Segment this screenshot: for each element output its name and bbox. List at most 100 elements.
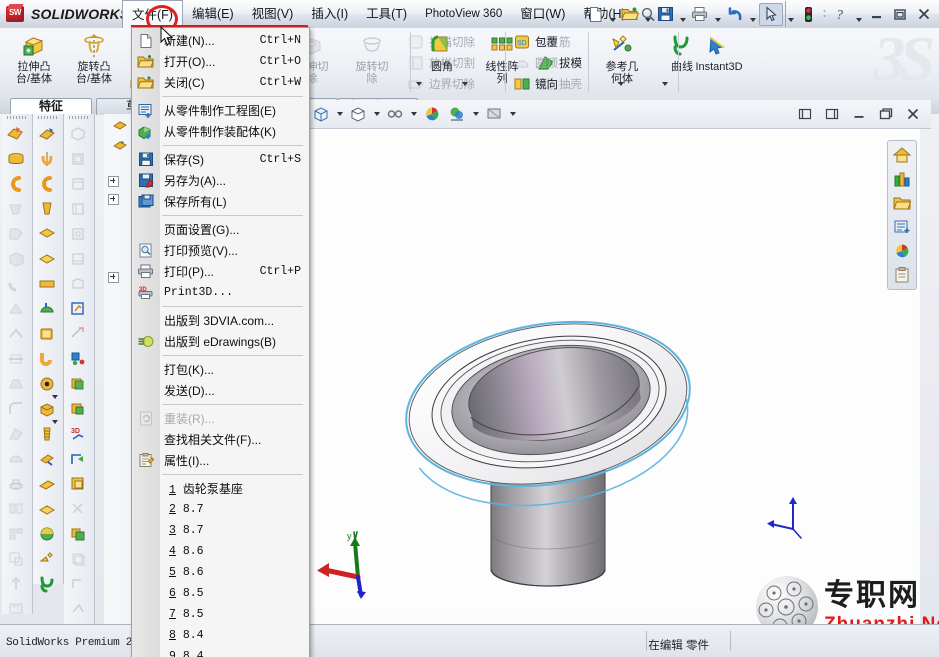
recent-file-4[interactable]: 4 8.6 [132,541,309,562]
undo-dropdown[interactable] [748,1,757,27]
hide-show-caret[interactable] [371,103,382,125]
tile-horizontal-button[interactable] [793,103,817,125]
view-settings-caret[interactable] [470,103,481,125]
recent-file-6[interactable]: 6 8.5 [132,583,309,604]
convert-entities-icon[interactable] [64,396,92,421]
extruded-boss-icon[interactable] [2,121,30,146]
extruded-boss-base-button[interactable]: 拉伸凸 台/基体 [4,29,64,85]
tree-expand-icon-2[interactable] [108,193,119,205]
edit-appearance-button[interactable] [383,103,407,125]
menu-tools[interactable]: 工具(T) [357,0,416,28]
view-settings-button[interactable] [445,103,469,125]
swept-boss-icon[interactable] [2,171,30,196]
reference-geom-icon[interactable] [33,546,61,571]
new-document-dropdown[interactable] [608,1,617,27]
move-face-icon[interactable] [2,571,30,596]
recent-file-5[interactable]: 5 8.6 [132,562,309,583]
relations-icon[interactable] [64,346,92,371]
options-dropdown[interactable] [854,1,863,27]
sketch-new-icon[interactable] [64,296,92,321]
draft-tool-icon[interactable] [2,421,30,446]
view-palette-icon[interactable] [890,216,914,238]
smart-dimension-icon[interactable] [64,321,92,346]
menu-page-setup[interactable]: 页面设置(G)... [132,219,309,240]
menu-make-assembly[interactable]: 从零件制作装配体(K) [132,121,309,142]
new-document-button[interactable] [584,4,606,25]
design-library-icon[interactable] [890,168,914,190]
house-icon[interactable] [890,144,914,166]
menu-save-all[interactable]: 保存所有(L) [132,191,309,212]
reference-geom-caret[interactable] [52,395,58,413]
lofted-boss-icon[interactable] [2,196,30,221]
display-delete-relations-icon[interactable] [64,596,92,621]
extruded-cut-icon[interactable] [2,246,30,271]
trim-icon[interactable] [64,496,92,521]
3d-sketch-icon[interactable] [64,371,92,396]
menu-properties[interactable]: 属性(I)... [132,450,309,471]
save-dropdown[interactable] [678,1,687,27]
menu-publish-3dvia[interactable]: 出版到 3DVIA.com... [132,310,309,331]
offset-entities-icon[interactable] [64,546,92,571]
instant3d-button[interactable]: Instant3D [682,29,756,73]
select-dropdown[interactable] [785,1,795,27]
menu-file[interactable]: 文件(F) [122,0,183,28]
menu-new[interactable]: 新建(N)... Ctrl+N [132,30,309,51]
dome-button[interactable]: 圆顶 [510,53,561,73]
menu-pack-and-go[interactable]: 打包(K)... [132,359,309,380]
hole-wizard-icon[interactable] [33,371,61,396]
tree-expand-icon-3[interactable] [108,271,119,283]
boundary-cut-icon[interactable] [2,346,30,371]
fill-surface-icon[interactable] [33,521,61,546]
view-front-icon[interactable] [64,146,92,171]
mirror-tool-icon[interactable] [2,496,30,521]
revolved-cut-icon[interactable] [2,271,30,296]
print-dropdown[interactable] [713,1,722,27]
curve-green-icon[interactable] [33,571,61,596]
revolve-sketch-icon[interactable] [33,146,61,171]
linear-sketch-pattern-icon[interactable] [64,571,92,596]
rapid-sketch-icon[interactable] [64,471,92,496]
mirror-button[interactable]: 镜向 [510,74,561,94]
menu-send-to[interactable]: 发送(D)... [132,380,309,401]
hide-show-button[interactable] [346,103,370,125]
view-bottom-icon[interactable] [64,246,92,271]
boundary-boss-icon[interactable] [2,221,30,246]
apply-scene-button[interactable] [420,103,444,125]
loft-sketch-icon[interactable] [33,196,61,221]
pattern-tool-icon[interactable] [2,521,30,546]
doc-restore-button[interactable] [874,103,898,125]
menu-close[interactable]: 关闭(C) Ctrl+W [132,72,309,93]
toolbar-grip-2[interactable] [33,114,63,121]
reference-geometry-button[interactable]: 参考几 何体 [592,29,652,85]
tab-features[interactable]: 特征 [10,98,92,115]
menu-edit[interactable]: 编辑(E) [183,0,243,28]
recent-file-7[interactable]: 7 8.5 [132,604,309,625]
close-button[interactable] [913,4,935,25]
view-right-icon[interactable] [64,196,92,221]
menu-save[interactable]: 保存(S) Ctrl+S [132,149,309,170]
save-button[interactable] [654,4,676,25]
clipboard-icon[interactable] [890,264,914,286]
delete-face-icon[interactable] [2,596,30,621]
doc-minimize-button[interactable] [847,103,871,125]
menu-make-drawing[interactable]: 从零件制作工程图(E) [132,100,309,121]
boundary-sketch-icon[interactable] [33,221,61,246]
recent-file-3[interactable]: 3 8.7 [132,520,309,541]
view-isometric-icon[interactable] [64,121,92,146]
revolved-boss-icon[interactable] [2,146,30,171]
display-style-caret[interactable] [334,103,345,125]
display-style-button[interactable] [309,103,333,125]
dome-tool-icon[interactable] [2,446,30,471]
minimize-button[interactable] [865,4,887,25]
menu-find-references[interactable]: 查找相关文件(F)... [132,429,309,450]
menu-publish-edrawings[interactable]: 出版到 eDrawings(B) [132,331,309,352]
menu-print[interactable]: 打印(P)... Ctrl+P [132,261,309,282]
recent-file-2[interactable]: 2 8.7 [132,499,309,520]
undo-button[interactable] [724,4,746,25]
tree-expand-icon[interactable] [108,175,119,187]
rectangle-face-icon[interactable] [33,271,61,296]
rib-tool-icon[interactable] [2,371,30,396]
shell-feature-icon[interactable] [33,321,61,346]
configuration-manager-tab-icon[interactable] [106,133,134,158]
plane-icon[interactable] [33,246,61,271]
